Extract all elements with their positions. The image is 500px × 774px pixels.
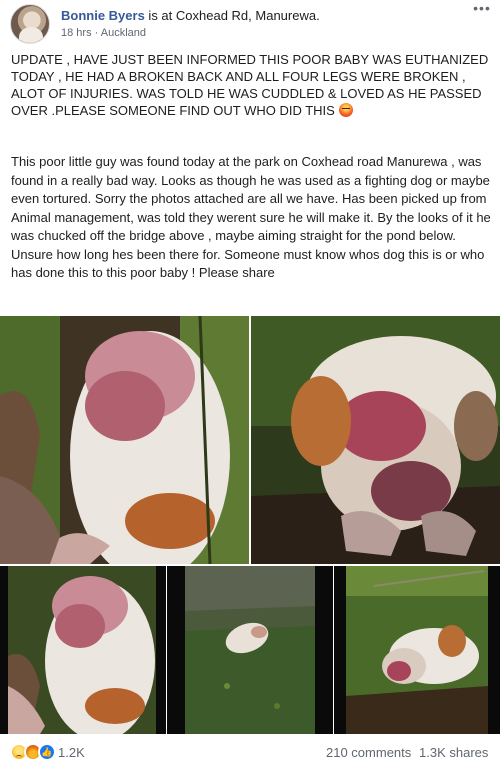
- like-reaction-icon: 👍: [38, 743, 56, 761]
- photo-2-illustration: [251, 316, 500, 564]
- photo-4-illustration: [167, 566, 333, 734]
- comments-count-link[interactable]: 210 comments: [326, 745, 411, 761]
- shares-count-link[interactable]: 1.3K shares: [419, 745, 488, 761]
- author-avatar[interactable]: [10, 4, 50, 44]
- update-text: UPDATE , HAVE JUST BEEN INFORMED THIS PO…: [11, 51, 495, 119]
- post-place[interactable]: Auckland: [101, 27, 146, 39]
- location-link[interactable]: Coxhead Rd, Manurewa.: [176, 8, 320, 23]
- photo-5-illustration: [334, 566, 500, 734]
- post-photo-3[interactable]: [0, 566, 166, 734]
- photo-3-illustration: [0, 566, 166, 734]
- photo-1-illustration: [0, 316, 249, 564]
- facebook-post: Bonnie Byers is at Coxhead Rd, Manurewa.…: [0, 0, 500, 774]
- update-text-body: UPDATE , HAVE JUST BEEN INFORMED THIS PO…: [11, 52, 489, 118]
- meta-separator: ·: [91, 27, 101, 39]
- post-header: Bonnie Byers is at Coxhead Rd, Manurewa.…: [0, 0, 500, 44]
- story-text: This poor little guy was found today at …: [11, 154, 491, 280]
- author-name-link[interactable]: Bonnie Byers: [61, 8, 145, 23]
- post-photo-2[interactable]: [251, 316, 500, 564]
- post-photo-5[interactable]: [334, 566, 500, 734]
- author-line: Bonnie Byers is at Coxhead Rd, Manurewa.: [61, 8, 320, 24]
- reaction-count[interactable]: 1.2K: [58, 745, 85, 761]
- checkin-prefix: is at: [144, 8, 176, 23]
- post-photo-1[interactable]: [0, 316, 249, 564]
- post-photo-4[interactable]: [167, 566, 333, 734]
- post-timestamp[interactable]: 18 hrs: [61, 27, 92, 39]
- more-options-icon[interactable]: •••: [470, 1, 494, 18]
- post-meta: 18 hrs · Auckland: [61, 26, 146, 40]
- post-footer: 👍 1.2K 210 comments 1.3K shares: [0, 734, 500, 774]
- angry-face-emoji-icon: [338, 103, 353, 117]
